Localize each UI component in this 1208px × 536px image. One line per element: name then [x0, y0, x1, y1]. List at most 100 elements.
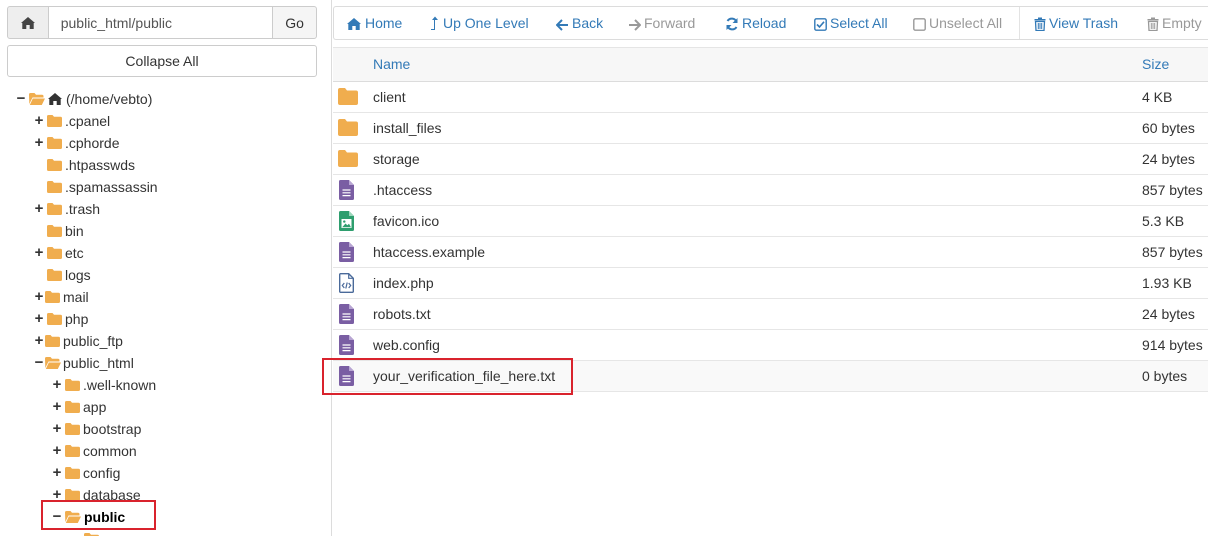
back-label: Back	[572, 15, 604, 31]
file-name: index.php	[373, 275, 434, 291]
tree-node-htpasswds[interactable]: .htpasswds	[0, 154, 331, 176]
tree-node-label: common	[83, 443, 137, 459]
file-size: 4 KB	[1142, 89, 1173, 105]
expand-toggle-icon[interactable]: +	[33, 198, 45, 220]
file-name: robots.txt	[373, 306, 431, 322]
text-file-icon	[339, 304, 354, 324]
tree-node-spamassassin[interactable]: .spamassassin	[0, 176, 331, 198]
folder-icon	[338, 88, 358, 105]
tree-node-public-html[interactable]: − public_html	[0, 352, 331, 374]
file-size: 1.93 KB	[1142, 275, 1192, 291]
folder-icon	[65, 445, 80, 457]
tree-node-mail[interactable]: + mail	[0, 286, 331, 308]
back-button[interactable]: Back	[555, 7, 604, 39]
unselect-all-button[interactable]: Unselect All	[913, 7, 1002, 39]
tree-node-label: etc	[65, 245, 84, 261]
directory-tree: − (/home/vebto) + .cpanel + .cphorde .ht…	[0, 88, 331, 536]
table-row[interactable]: web.config 914 bytes	[333, 330, 1208, 361]
expand-toggle-icon[interactable]: +	[33, 132, 45, 154]
tree-node-etc[interactable]: + etc	[0, 242, 331, 264]
collapse-toggle-icon[interactable]: −	[33, 352, 45, 374]
code-file-icon	[339, 273, 354, 293]
expand-toggle-icon[interactable]: +	[51, 440, 63, 462]
collapse-toggle-icon[interactable]: −	[15, 88, 27, 110]
tree-node-php[interactable]: + php	[0, 308, 331, 330]
table-row[interactable]: storage 24 bytes	[333, 144, 1208, 175]
highlight-box-tree-public	[41, 500, 156, 530]
tree-node-label: .cpanel	[65, 113, 111, 129]
home-button-label: Home	[365, 15, 403, 31]
size-column-header[interactable]: Size	[1142, 48, 1169, 81]
tree-node-label: bootstrap	[83, 421, 142, 437]
folder-icon	[47, 313, 62, 325]
empty-label: Empty	[1162, 15, 1202, 31]
expand-toggle-icon[interactable]: +	[33, 110, 45, 132]
up-one-level-button[interactable]: Up One Level	[430, 7, 529, 39]
expand-toggle-icon[interactable]: +	[33, 286, 45, 308]
toolbar: Home Up One Level Back Forward Reload Se…	[333, 6, 1208, 40]
tree-node-public-ftp[interactable]: + public_ftp	[0, 330, 331, 352]
tree-node-bin[interactable]: bin	[0, 220, 331, 242]
folder-icon	[47, 115, 62, 127]
tree-node-well-known[interactable]: + .well-known	[0, 374, 331, 396]
table-row[interactable]: index.php 1.93 KB	[333, 268, 1208, 299]
view-trash-button[interactable]: View Trash	[1034, 7, 1118, 39]
level-up-icon	[431, 16, 438, 30]
table-row[interactable]: favicon.ico 5.3 KB	[333, 206, 1208, 237]
path-input[interactable]	[48, 6, 273, 39]
file-size: 24 bytes	[1142, 151, 1195, 167]
tree-node-cpanel[interactable]: + .cpanel	[0, 110, 331, 132]
tree-node-config[interactable]: + config	[0, 462, 331, 484]
file-size: 914 bytes	[1142, 337, 1203, 353]
table-row[interactable]: htaccess.example 857 bytes	[333, 237, 1208, 268]
empty-trash-button[interactable]: Empty	[1147, 7, 1202, 39]
toolbar-divider	[1019, 7, 1020, 39]
file-size: 857 bytes	[1142, 244, 1203, 260]
select-all-button[interactable]: Select All	[814, 7, 888, 39]
expand-toggle-icon[interactable]: +	[51, 462, 63, 484]
expand-toggle-icon[interactable]: +	[51, 374, 63, 396]
collapse-all-button[interactable]: Collapse All	[7, 45, 317, 77]
tree-node-bootstrap[interactable]: + bootstrap	[0, 418, 331, 440]
path-home-button[interactable]	[7, 6, 49, 39]
table-row[interactable]: install_files 60 bytes	[333, 113, 1208, 144]
expand-toggle-icon[interactable]: +	[33, 242, 45, 264]
tree-node-root[interactable]: − (/home/vebto)	[0, 88, 331, 110]
forward-button[interactable]: Forward	[628, 7, 695, 39]
expand-toggle-icon[interactable]: +	[33, 330, 45, 352]
expand-toggle-icon[interactable]: +	[51, 418, 63, 440]
tree-node-label: .htpasswds	[65, 157, 136, 173]
name-column-header[interactable]: Name	[373, 48, 410, 81]
tree-node-trash[interactable]: + .trash	[0, 198, 331, 220]
expand-toggle-icon[interactable]: +	[51, 396, 63, 418]
tree-node-label: mail	[63, 289, 89, 305]
reload-button[interactable]: Reload	[725, 7, 786, 39]
file-name: storage	[373, 151, 420, 167]
folder-icon	[47, 181, 62, 193]
checkbox-empty-icon	[913, 18, 926, 31]
folder-icon	[65, 423, 80, 435]
folder-icon	[65, 467, 80, 479]
unselect-all-label: Unselect All	[929, 15, 1003, 31]
table-row[interactable]: .htaccess 857 bytes	[333, 175, 1208, 206]
home-icon	[48, 93, 62, 105]
expand-toggle-icon[interactable]: +	[33, 308, 45, 330]
table-row[interactable]: robots.txt 24 bytes	[333, 299, 1208, 330]
tree-node-common[interactable]: + common	[0, 440, 331, 462]
tree-node-logs[interactable]: logs	[0, 264, 331, 286]
go-button[interactable]: Go	[272, 6, 317, 39]
tree-node-label: php	[65, 311, 89, 327]
tree-node-app[interactable]: + app	[0, 396, 331, 418]
file-name: .htaccess	[373, 182, 433, 198]
file-name: client	[373, 89, 406, 105]
folder-icon	[65, 379, 80, 391]
folder-icon	[47, 247, 62, 259]
path-bar: Go	[7, 6, 317, 39]
file-size: 60 bytes	[1142, 120, 1195, 136]
tree-node-label: bin	[65, 223, 84, 239]
tree-node-cphorde[interactable]: + .cphorde	[0, 132, 331, 154]
table-row[interactable]: client 4 KB	[333, 82, 1208, 113]
file-list-table: Name Size client 4 KB install_files 60 b…	[333, 47, 1208, 392]
home-icon	[347, 18, 361, 30]
home-button[interactable]: Home	[346, 7, 402, 39]
